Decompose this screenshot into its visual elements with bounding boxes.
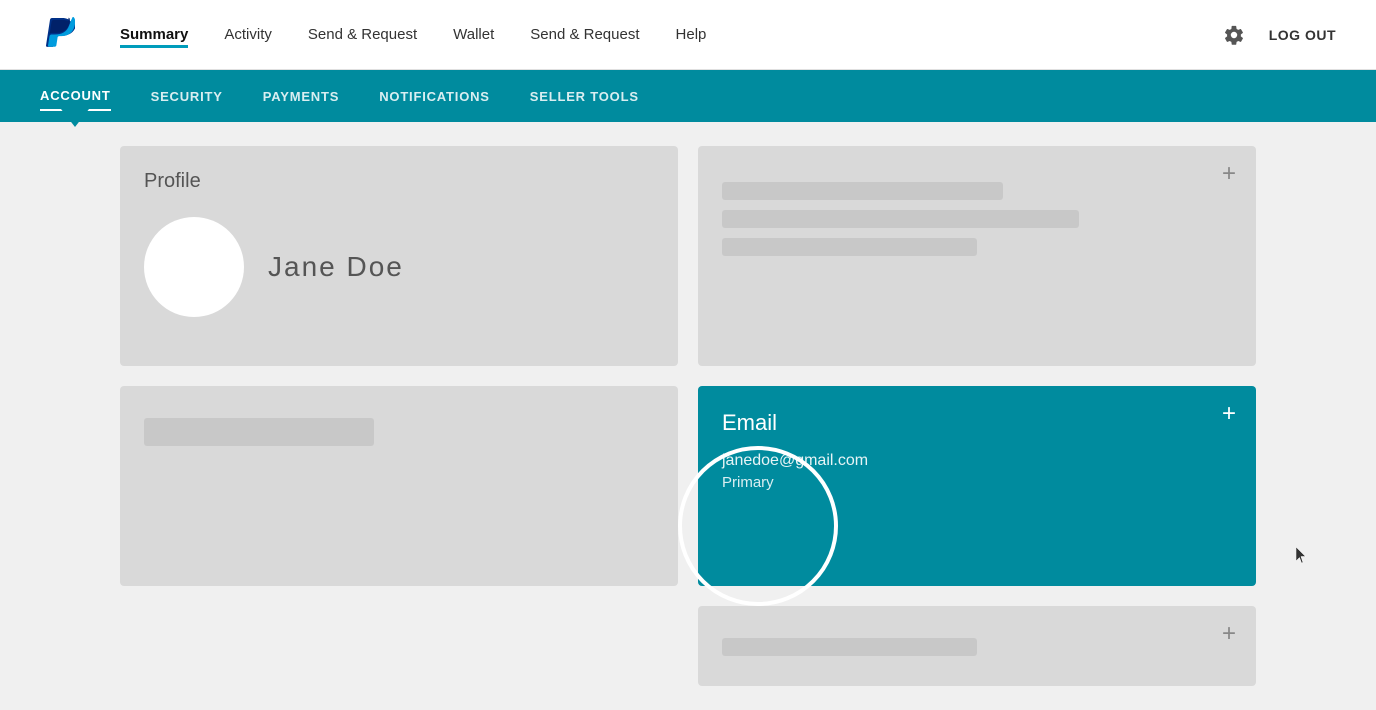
nav-activity[interactable]: Activity [224, 22, 272, 47]
profile-card: Profile Jane Doe [120, 146, 678, 366]
subnav-notifications[interactable]: NOTIFICATIONS [379, 83, 490, 110]
email-title: Email [722, 410, 1232, 436]
top-nav: Summary Activity Send & Request Wallet S… [0, 0, 1376, 70]
top-right-add-button[interactable]: + [1222, 162, 1236, 186]
email-card: + Email janedoe@gmail.com Primary [698, 386, 1256, 586]
subnav-seller-tools[interactable]: SELLER TOOLS [530, 83, 639, 110]
circle-overlay [678, 446, 838, 606]
subnav-security[interactable]: SECURITY [151, 83, 223, 110]
bottom-left-skeleton [144, 418, 374, 446]
logout-button[interactable]: LOG OUT [1269, 27, 1336, 43]
skeleton-line-1 [722, 182, 1003, 200]
nav-help[interactable]: Help [676, 22, 707, 47]
main-content: Profile Jane Doe + + Email janedoe@gmail… [0, 122, 1376, 710]
skeleton-line-3 [722, 238, 977, 256]
bottom-right-card: + [698, 606, 1256, 686]
subnav-payments[interactable]: PAYMENTS [263, 83, 339, 110]
sub-nav: ACCOUNT SECURITY PAYMENTS NOTIFICATIONS … [0, 70, 1376, 122]
top-right-card: + [698, 146, 1256, 366]
nav-summary[interactable]: Summary [120, 22, 188, 48]
profile-title: Profile [144, 170, 654, 193]
subnav-account[interactable]: ACCOUNT [40, 82, 111, 111]
bottom-right-skeleton [722, 638, 977, 656]
profile-content: Jane Doe [144, 217, 654, 317]
top-nav-right: LOG OUT [1223, 24, 1336, 46]
email-address: janedoe@gmail.com [722, 452, 1232, 470]
nav-send-request-2[interactable]: Send & Request [530, 22, 639, 47]
nav-send-request-1[interactable]: Send & Request [308, 22, 417, 47]
profile-name: Jane Doe [268, 251, 404, 283]
email-type: Primary [722, 474, 1232, 491]
avatar [144, 217, 244, 317]
top-nav-links: Summary Activity Send & Request Wallet S… [120, 22, 1223, 48]
bottom-left-card [120, 386, 678, 586]
skeleton-lines [722, 182, 1232, 256]
paypal-logo [40, 15, 80, 55]
email-add-button[interactable]: + [1222, 402, 1236, 426]
bottom-right-spacer [120, 606, 678, 686]
skeleton-line-2 [722, 210, 1079, 228]
nav-wallet[interactable]: Wallet [453, 22, 494, 47]
settings-icon[interactable] [1223, 24, 1245, 46]
bottom-right-add-button[interactable]: + [1222, 622, 1236, 646]
